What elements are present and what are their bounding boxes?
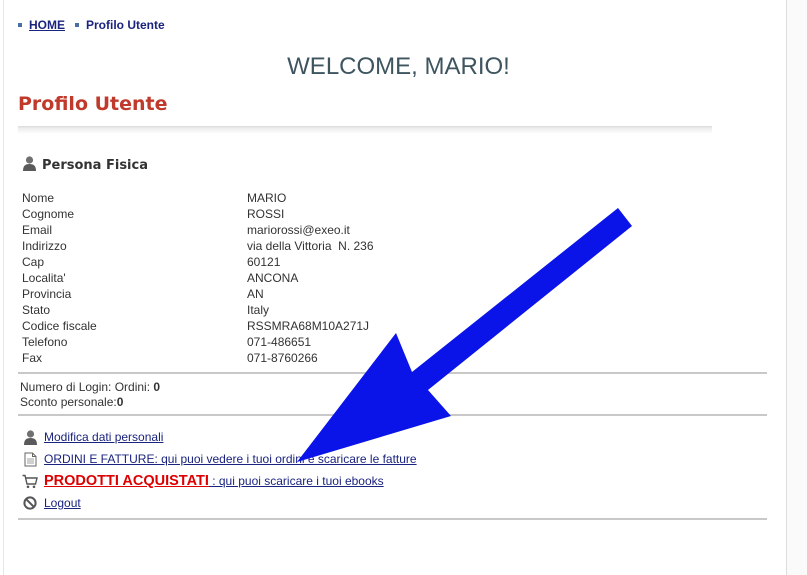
discount-label: Sconto personale:: [20, 395, 117, 409]
info-row-localita: Localita' ANCONA: [22, 270, 374, 286]
field-value: RSSMRA68M10A271J: [247, 319, 370, 333]
field-label: Codice fiscale: [22, 319, 97, 333]
login-count-value: 0: [153, 380, 161, 394]
field-value: mariorossi@exeo.it: [247, 223, 350, 237]
field-value: ROSSI: [247, 207, 285, 221]
link-row-logout: Logout: [22, 492, 417, 514]
section-title: Persona Fisica: [42, 158, 148, 173]
right-panel: [787, 0, 807, 575]
field-label: Nome: [22, 191, 55, 205]
section-header: Persona Fisica: [22, 155, 148, 176]
field-label: Indirizzo: [22, 239, 67, 253]
field-value: AN: [247, 287, 264, 301]
breadcrumb: HOME Profilo Utente: [18, 18, 165, 32]
info-row-telefono: Telefono 071-486651: [22, 334, 374, 350]
field-value: ANCONA: [247, 271, 299, 285]
cart-icon: [22, 473, 38, 489]
field-value: Italy: [247, 303, 270, 317]
user-icon: [22, 429, 38, 445]
info-row-provincia: Provincia AN: [22, 286, 374, 302]
discount-line: Sconto personale:0: [20, 395, 160, 410]
page-title: Profilo Utente: [18, 93, 168, 115]
login-count-line: Numero di Login: Ordini: 0: [20, 380, 160, 395]
profile-links: Modifica dati personali ORDINI E FATTURE…: [22, 426, 417, 514]
info-row-codice-fiscale: Codice fiscale RSSMRA68M10A271J: [22, 318, 374, 334]
info-row-fax: Fax 071-8760266: [22, 350, 374, 366]
field-value: 071-486651: [247, 335, 312, 349]
field-label: Fax: [22, 351, 43, 365]
profile-info-table: Nome MARIO Cognome ROSSI Email mariorossi@e…: [22, 190, 374, 366]
field-value: via della Vittoria N. 236: [247, 239, 374, 253]
info-row-email: Email mariorossi@exeo.it: [22, 222, 374, 238]
user-icon: [22, 155, 37, 176]
edit-profile-link[interactable]: Modifica dati personali: [44, 430, 163, 444]
title-underline: [18, 126, 712, 134]
document-icon: [22, 451, 38, 467]
field-label: Stato: [22, 303, 51, 317]
welcome-heading: WELCOME, MARIO!: [287, 53, 510, 80]
bullet-icon: [75, 23, 79, 27]
discount-value: 0: [116, 395, 124, 409]
breadcrumb-current: Profilo Utente: [86, 18, 165, 32]
divider: [18, 372, 767, 374]
link-row-orders: ORDINI E FATTURE: qui puoi vedere i tuoi…: [22, 448, 417, 470]
divider: [18, 414, 767, 416]
field-value: MARIO: [247, 191, 287, 205]
info-row-cap: Cap 60121: [22, 254, 374, 270]
field-label: Provincia: [22, 287, 72, 301]
purchased-products-link[interactable]: PRODOTTI ACQUISTATI : qui puoi scaricare…: [44, 472, 384, 490]
bullet-icon: [18, 23, 22, 27]
info-row-cognome: Cognome ROSSI: [22, 206, 374, 222]
login-count-label: Numero di Login: Ordini:: [20, 380, 154, 394]
info-row-indirizzo: Indirizzo via della Vittoria N. 236: [22, 238, 374, 254]
field-label: Cognome: [22, 207, 75, 221]
logout-icon: [22, 495, 38, 511]
link-row-edit: Modifica dati personali: [22, 426, 417, 448]
link-row-products: PRODOTTI ACQUISTATI : qui puoi scaricare…: [22, 470, 417, 492]
purchased-products-label: PRODOTTI ACQUISTATI: [44, 473, 209, 489]
left-border: [3, 0, 4, 575]
account-stats: Numero di Login: Ordini: 0 Sconto person…: [20, 380, 160, 410]
info-row-nome: Nome MARIO: [22, 190, 374, 206]
field-value: 071-8760266: [247, 351, 318, 365]
field-label: Cap: [22, 255, 45, 269]
field-value: 60121: [247, 255, 281, 269]
purchased-products-sub-label: : qui puoi scaricare i tuoi ebooks: [208, 474, 384, 488]
breadcrumb-home-link[interactable]: HOME: [29, 18, 65, 32]
field-label: Telefono: [22, 335, 68, 349]
divider: [18, 518, 767, 520]
orders-invoices-link[interactable]: ORDINI E FATTURE: qui puoi vedere i tuoi…: [44, 452, 417, 466]
logout-link[interactable]: Logout: [44, 496, 81, 510]
info-row-stato: Stato Italy: [22, 302, 374, 318]
field-label: Email: [22, 223, 53, 237]
field-label: Localita': [22, 271, 66, 285]
